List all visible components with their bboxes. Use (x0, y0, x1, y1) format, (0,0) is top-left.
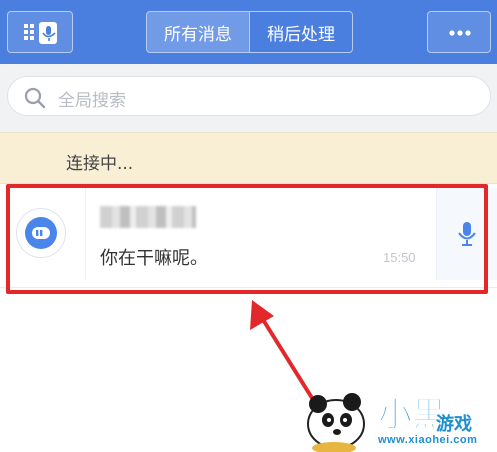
watermark-game-text: 游戏 (436, 414, 472, 435)
watermark-url: www.xiaohei.com (378, 434, 478, 446)
